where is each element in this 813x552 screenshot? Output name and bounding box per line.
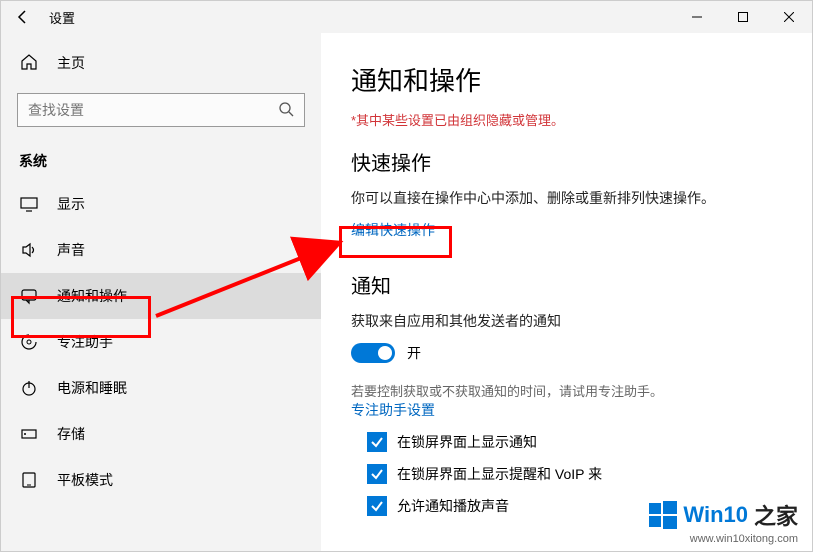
notifications-heading: 通知 [351,270,782,299]
checkbox-sound[interactable] [367,496,387,516]
org-warning: *其中某些设置已由组织隐藏或管理。 [351,110,782,129]
focus-icon [19,333,39,351]
quick-actions-desc: 你可以直接在操作中心中添加、删除或重新排列快速操作。 [351,188,782,208]
checkbox-label: 在锁屏界面上显示提醒和 VoIP 来 [397,464,602,484]
home-label: 主页 [57,53,85,73]
home-nav[interactable]: 主页 [1,43,321,83]
window-title: 设置 [49,8,75,27]
storage-icon [19,425,39,443]
watermark-brand: Win10 [683,502,748,528]
nav-notifications[interactable]: 通知和操作 [1,273,321,319]
nav-focus-assist[interactable]: 专注助手 [1,319,321,365]
page-title: 通知和操作 [351,61,782,98]
quick-actions-heading: 快速操作 [351,147,782,176]
back-button[interactable] [9,3,37,31]
close-button[interactable] [766,1,812,33]
checkbox-lockscreen-voip[interactable] [367,464,387,484]
notifications-desc: 获取来自应用和其他发送者的通知 [351,311,782,331]
sound-icon [19,241,39,259]
search-input[interactable] [28,102,278,118]
nav-power-sleep[interactable]: 电源和睡眠 [1,365,321,411]
checkbox-label: 允许通知播放声音 [397,496,509,516]
watermark-url: www.win10xitong.com [649,533,798,545]
category-label: 系统 [1,137,321,181]
notifications-toggle[interactable] [351,343,395,363]
nav-item-label: 显示 [57,194,85,214]
search-icon [278,101,294,120]
notification-icon [19,287,39,305]
nav-item-label: 平板模式 [57,470,113,490]
focus-assist-desc: 若要控制获取或不获取通知的时间，请试用专注助手。 [351,381,782,400]
windows-logo-icon [649,501,677,529]
nav-item-label: 电源和睡眠 [57,378,127,398]
power-icon [19,379,39,397]
nav-display[interactable]: 显示 [1,181,321,227]
search-box[interactable] [17,93,305,127]
watermark-suffix: 之家 [754,499,798,531]
nav-item-label: 专注助手 [57,332,113,352]
nav-sound[interactable]: 声音 [1,227,321,273]
home-icon [19,53,39,74]
nav-item-label: 通知和操作 [57,286,127,306]
minimize-button[interactable] [674,1,720,33]
maximize-button[interactable] [720,1,766,33]
nav-item-label: 声音 [57,240,85,260]
nav-storage[interactable]: 存储 [1,411,321,457]
display-icon [19,195,39,213]
watermark: Win10之家 www.win10xitong.com [649,499,798,545]
edit-quick-actions-link[interactable]: 编辑快速操作 [351,220,435,240]
toggle-label: 开 [407,343,421,363]
checkbox-lockscreen-notify[interactable] [367,432,387,452]
focus-assist-settings-link[interactable]: 专注助手设置 [351,400,435,420]
nav-tablet-mode[interactable]: 平板模式 [1,457,321,503]
tablet-icon [19,471,39,489]
nav-item-label: 存储 [57,424,85,444]
checkbox-label: 在锁屏界面上显示通知 [397,432,537,452]
